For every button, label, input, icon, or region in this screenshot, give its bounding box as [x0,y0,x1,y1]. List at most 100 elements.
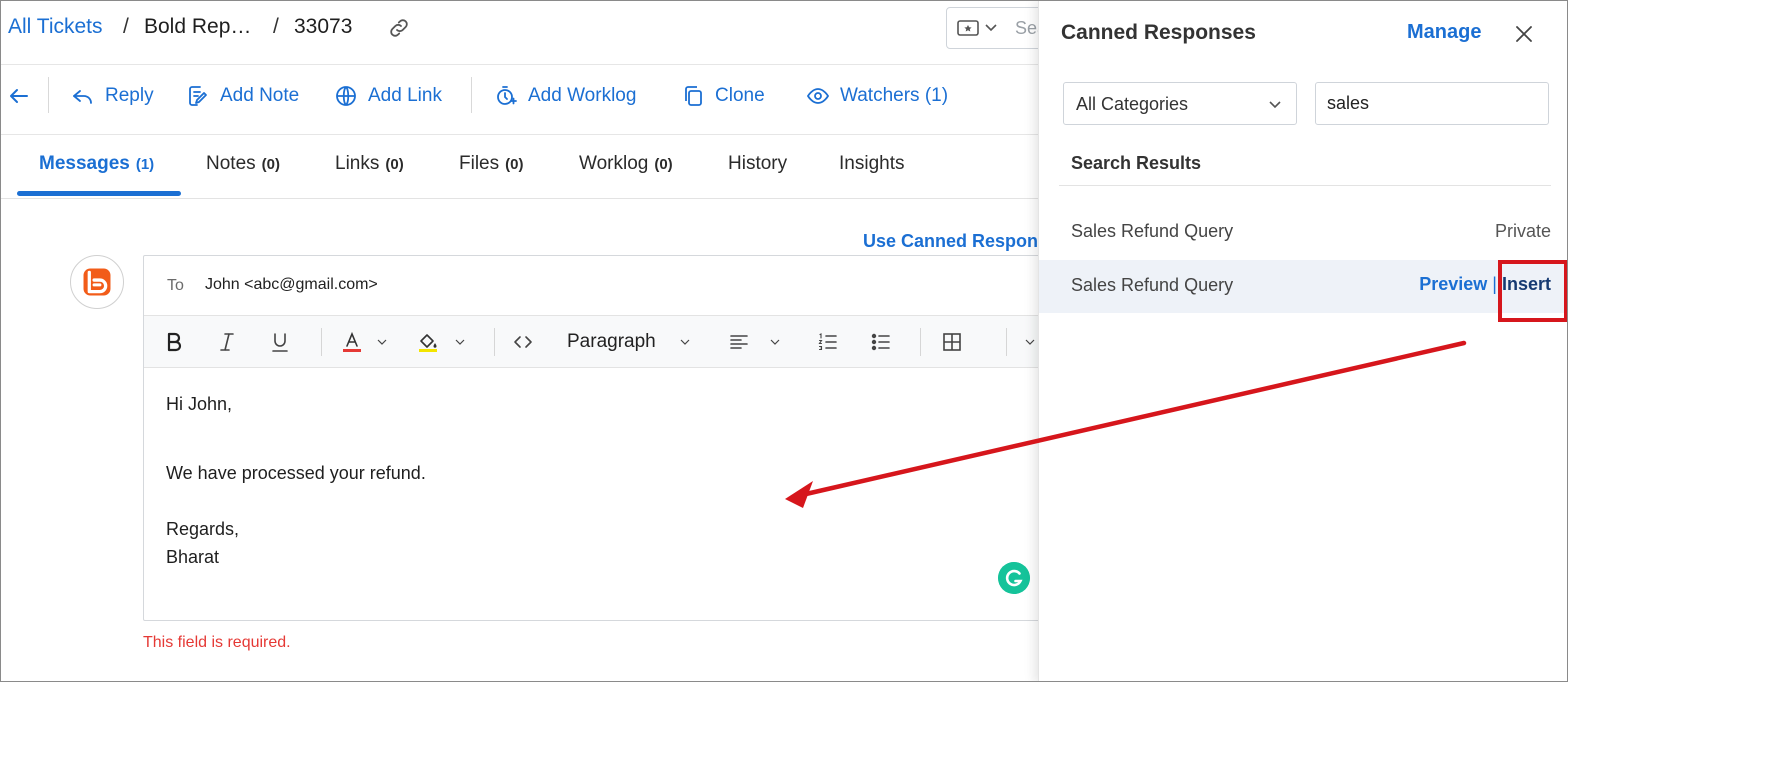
toolbar-divider [48,77,49,113]
chevron-down-icon [1025,339,1035,345]
bullet-list-icon [871,333,890,351]
tab-count: (0) [261,156,280,173]
breadcrumb-separator: / [123,15,129,38]
ordered-list-button[interactable] [816,328,840,356]
format-divider [321,328,322,356]
tab-links[interactable]: Links (0) [335,153,404,175]
result-name: Sales Refund Query [1071,221,1234,241]
tab-history[interactable]: History [728,153,787,175]
tab-insights[interactable]: Insights [839,153,904,175]
grammarly-icon[interactable] [998,562,1030,594]
bold-button[interactable] [162,328,186,356]
italic-button[interactable] [215,328,239,356]
close-icon[interactable] [1512,22,1536,46]
back-button[interactable] [7,81,31,111]
tab-count: (0) [505,156,524,173]
chevron-down-icon[interactable] [984,20,998,34]
tab-notes[interactable]: Notes (0) [206,153,280,175]
bullet-list-button[interactable] [869,328,893,356]
results-heading: Search Results [1071,153,1202,173]
add-link-label: Add Link [368,85,442,106]
font-color-button[interactable] [340,328,364,356]
chevron-down-icon [770,339,780,345]
align-dropdown[interactable] [767,328,783,356]
more-options-dropdown[interactable] [1022,328,1038,356]
code-icon [514,336,532,348]
add-note-button[interactable]: Add Note [186,81,299,111]
action-separator: | [1492,274,1497,294]
result-name: Sales Refund Query [1071,275,1234,295]
tab-worklog[interactable]: Worklog (0) [579,153,673,175]
italic-icon [220,333,234,351]
worklog-icon [497,86,517,105]
clone-label: Clone [715,85,765,106]
bold-icon [167,332,182,352]
results-divider [1059,185,1551,186]
tab-files[interactable]: Files (0) [459,153,523,175]
breadcrumb-separator: / [273,15,279,38]
align-button[interactable] [727,328,751,356]
format-divider [494,328,495,356]
format-divider [1006,328,1007,356]
reply-button[interactable]: Reply [71,81,154,111]
add-link-button[interactable]: Add Link [334,81,442,111]
toolbar-divider [471,77,472,113]
paragraph-format-dropdown[interactable] [677,328,693,356]
ordered-list-icon [818,333,837,351]
manage-link[interactable]: Manage [1407,21,1481,44]
ticket-id: 33073 [294,15,353,38]
editor-body[interactable]: Hi John, We have processed your refund. … [144,369,1082,621]
chevron-down-icon [680,339,690,345]
paragraph-format-select[interactable]: Paragraph [567,331,656,353]
to-recipient[interactable]: John <abc@gmail.com> [205,276,378,294]
body-message: We have processed your refund. [166,463,426,483]
underline-button[interactable] [268,328,292,356]
ticket-icon[interactable] [957,19,979,37]
chevron-down-icon [455,339,465,345]
clone-button[interactable]: Clone [681,81,765,111]
add-worklog-label: Add Worklog [528,85,637,106]
tab-label: Insights [839,153,905,174]
back-arrow-icon [10,89,28,103]
canned-search-input[interactable] [1315,82,1549,125]
watchers-label: Watchers (1) [840,85,949,106]
annotation-highlight-box [1498,260,1567,322]
watchers-button[interactable]: Watchers (1) [806,81,948,111]
tab-label: Links [335,153,380,174]
format-divider [920,328,921,356]
table-icon [943,333,961,351]
result-item[interactable]: Sales Refund Query Preview | Insert [1039,260,1567,313]
tab-label: Worklog [579,153,649,174]
tab-label: Notes [206,153,256,174]
insert-table-button[interactable] [940,328,964,356]
body-closing: Regards, [166,519,240,539]
add-worklog-button[interactable]: Add Worklog [494,81,636,111]
result-item[interactable]: Sales Refund Query Private [1039,206,1567,259]
code-view-button[interactable] [511,328,535,356]
body-greeting: Hi John, [166,394,233,414]
highlight-color-button[interactable] [416,328,440,356]
tab-messages[interactable]: Messages (1) [39,153,154,175]
tab-count: (0) [385,156,404,173]
add-note-label: Add Note [220,85,300,106]
to-row: To John <abc@gmail.com> [144,256,1082,316]
to-label: To [167,277,184,294]
reply-editor: To John <abc@gmail.com> Paragraph Hi Joh… [143,255,1083,621]
font-color-icon [343,331,361,352]
link-icon[interactable] [387,16,411,40]
paint-bucket-icon [419,334,437,352]
note-icon [189,86,207,106]
preview-link[interactable]: Preview [1419,274,1487,295]
reply-icon [73,90,92,104]
panel-title: Canned Responses [1061,21,1256,44]
use-canned-response-link[interactable]: Use Canned Respon [863,231,1038,252]
tab-label: Messages [39,153,130,174]
canned-responses-panel: Canned Responses Manage All Categories S… [1038,1,1567,681]
clone-icon [685,86,702,106]
breadcrumb-all-tickets[interactable]: All Tickets [8,15,103,39]
field-error-message: This field is required. [143,634,291,651]
format-toolbar: Paragraph [144,316,1082,368]
highlight-color-dropdown[interactable] [452,328,468,356]
font-color-dropdown[interactable] [374,328,390,356]
category-select[interactable]: All Categories [1063,82,1297,125]
